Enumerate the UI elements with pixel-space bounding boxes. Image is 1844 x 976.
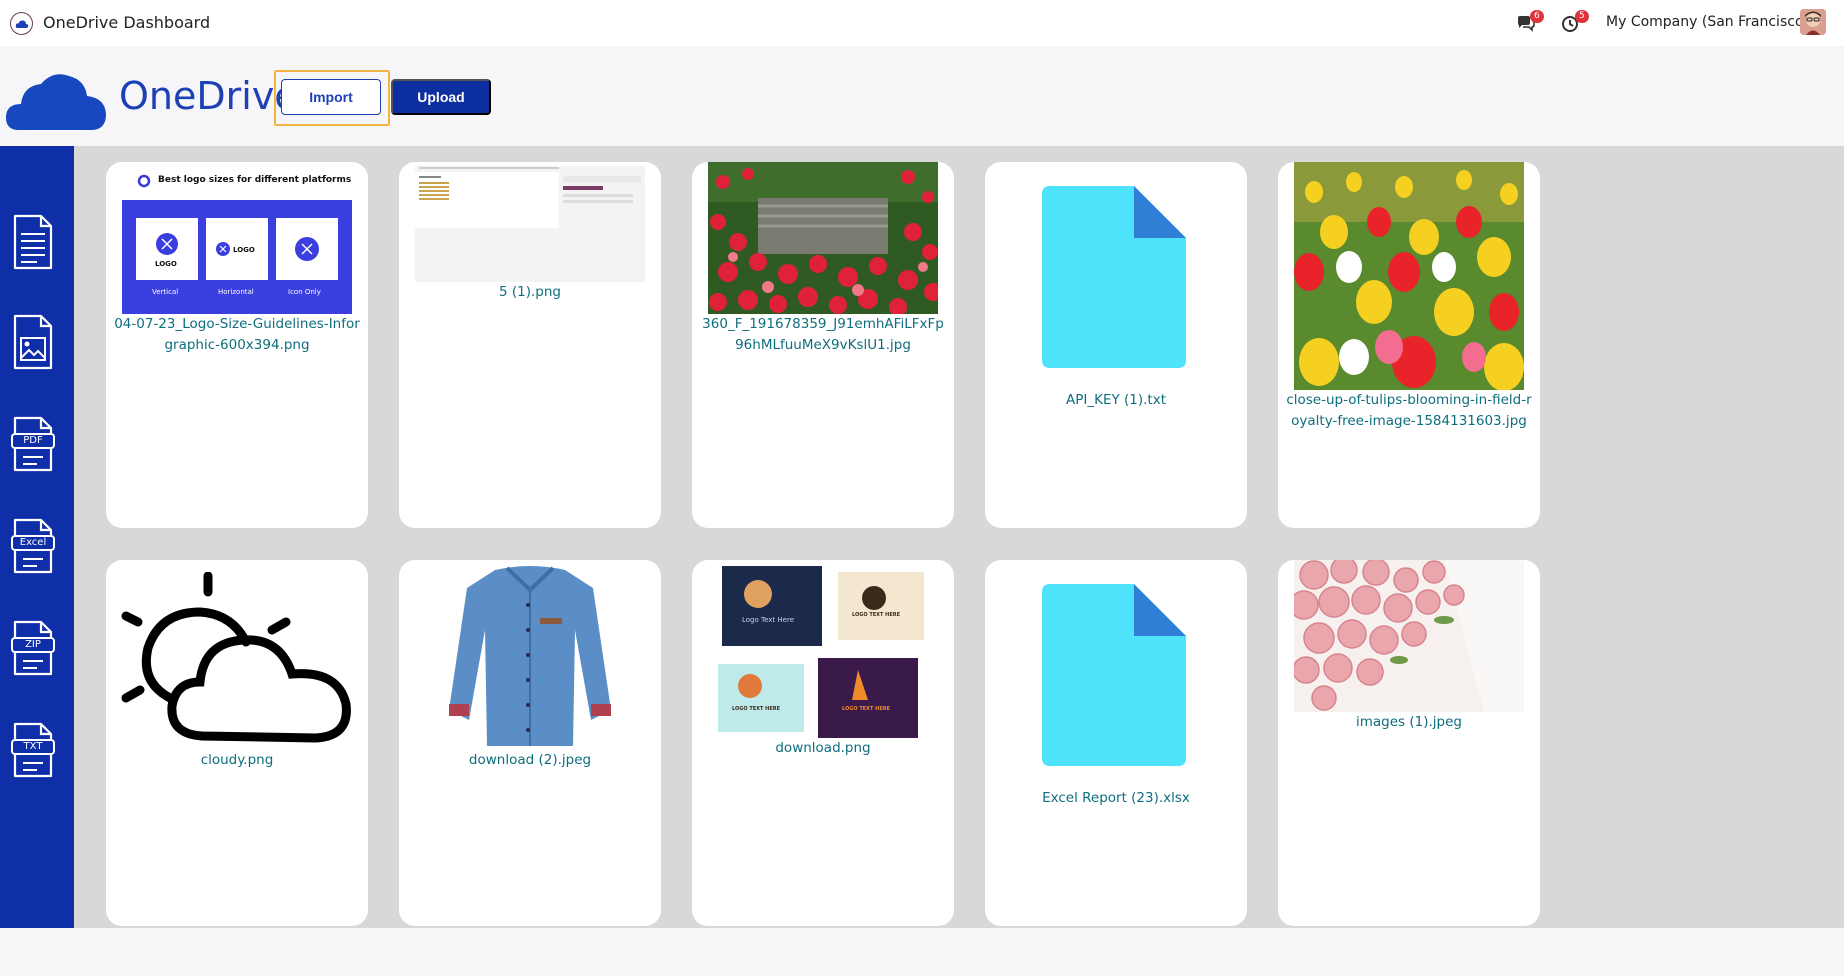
sidebar-item-label: Excel (19, 537, 47, 548)
app-title[interactable]: OneDrive Dashboard (43, 13, 210, 32)
file-thumbnail (708, 162, 938, 314)
thumbnail-caption: LOGO (233, 246, 255, 254)
messages-button[interactable]: 6 (1516, 10, 1544, 34)
sidebar-item-excel[interactable]: Excel (11, 516, 55, 576)
image-file-icon (13, 314, 53, 370)
sidebar-item-label: TXT (23, 741, 43, 752)
file-name[interactable]: close-up-of-tulips-blooming-in-field-roy… (1286, 390, 1532, 432)
file-card[interactable]: Excel Report (23).xlsx (985, 560, 1247, 926)
onedrive-cloud-logo (5, 74, 106, 130)
cloudy-weather-icon (121, 572, 351, 743)
sidebar-item-txt[interactable]: TXT (11, 720, 55, 780)
file-type-sidebar: PDF Excel ZIP TXT (0, 146, 74, 928)
thumbnail-caption: Horizontal (218, 288, 254, 296)
generic-file-icon (1042, 584, 1186, 766)
page-footer (0, 928, 1844, 976)
top-navbar: OneDrive Dashboard 6 5 My Company (San F… (0, 0, 1844, 46)
company-switcher[interactable]: My Company (San Francisco) (1606, 14, 1809, 30)
thumbnail-caption: LOGO (155, 260, 177, 268)
file-card[interactable]: 360_F_191678359_J91emhAFiLFxFp96hMLfuuMe… (692, 162, 954, 528)
file-card[interactable]: Best logo sizes for different platforms … (106, 162, 368, 528)
thumbnail-caption: Vertical (152, 288, 179, 296)
thumbnail-caption: LOGO TEXT HERE (732, 706, 781, 712)
file-name[interactable]: download.png (700, 738, 946, 759)
page-header: OneDrive Import Upload (0, 46, 1844, 146)
file-card[interactable]: close-up-of-tulips-blooming-in-field-roy… (1278, 162, 1540, 528)
file-card[interactable]: download (2).jpeg (399, 560, 661, 926)
file-thumbnail: Best logo sizes for different platforms … (122, 162, 352, 314)
file-name[interactable]: images (1).jpeg (1286, 712, 1532, 733)
file-name[interactable]: API_KEY (1).txt (993, 390, 1239, 411)
file-card[interactable]: images (1).jpeg (1278, 560, 1540, 926)
brand-name: OneDrive (119, 74, 298, 118)
thumbnail-caption: LOGO TEXT HERE (852, 612, 901, 618)
sidebar-item-documents[interactable] (11, 212, 55, 272)
file-name[interactable]: 5 (1).png (407, 282, 653, 303)
file-thumbnail: Logo Text Here LOGO TEXT HERE LOGO TEXT … (708, 560, 938, 738)
file-thumbnail (1294, 560, 1524, 712)
user-avatar[interactable] (1800, 9, 1826, 35)
thumbnail-caption: LOGO TEXT HERE (842, 706, 891, 712)
thumbnail-caption: Icon Only (288, 288, 321, 296)
upload-button[interactable]: Upload (391, 79, 491, 115)
thumbnail-caption: Logo Text Here (742, 616, 794, 624)
generic-file-icon (1042, 186, 1186, 368)
file-name[interactable]: cloudy.png (114, 750, 360, 771)
onedrive-app-icon[interactable] (10, 12, 33, 35)
file-card[interactable]: Logo Text Here LOGO TEXT HERE LOGO TEXT … (692, 560, 954, 926)
activities-button[interactable]: 5 (1561, 10, 1589, 34)
file-name[interactable]: download (2).jpeg (407, 750, 653, 771)
file-thumbnail (1294, 162, 1524, 390)
file-name[interactable]: 360_F_191678359_J91emhAFiLFxFp96hMLfuuMe… (700, 314, 946, 356)
messages-count-badge: 6 (1530, 10, 1544, 23)
file-name[interactable]: Excel Report (23).xlsx (993, 788, 1239, 809)
sidebar-item-zip[interactable]: ZIP (11, 618, 55, 678)
import-button[interactable]: Import (281, 79, 381, 115)
file-thumbnail (415, 162, 645, 282)
document-icon (13, 214, 53, 270)
file-card[interactable]: API_KEY (1).txt (985, 162, 1247, 528)
sidebar-item-label: ZIP (25, 639, 41, 650)
sidebar-item-label: PDF (23, 435, 43, 446)
sidebar-item-pdf[interactable]: PDF (11, 414, 55, 474)
thumbnail-caption: Best logo sizes for different platforms (158, 175, 352, 185)
file-card[interactable]: cloudy.png (106, 560, 368, 926)
file-grid: Best logo sizes for different platforms … (74, 146, 1844, 928)
file-card[interactable]: 5 (1).png (399, 162, 661, 528)
sidebar-item-images[interactable] (11, 312, 55, 372)
file-name[interactable]: 04-07-23_Logo-Size-Guidelines-Inforgraph… (114, 314, 360, 356)
activities-count-badge: 5 (1575, 10, 1589, 23)
file-thumbnail (415, 560, 645, 750)
